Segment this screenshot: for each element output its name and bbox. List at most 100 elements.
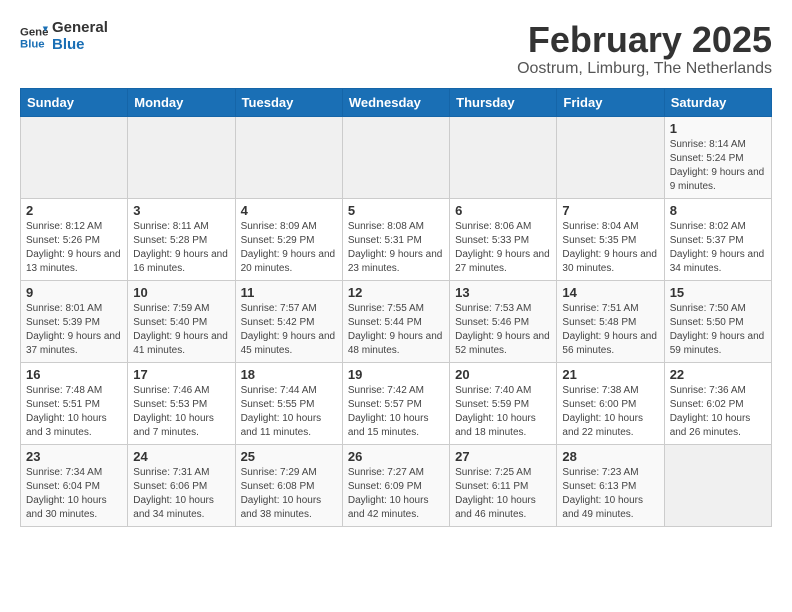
day-info: Sunrise: 8:04 AM Sunset: 5:35 PM Dayligh… xyxy=(562,220,658,276)
calendar-cell: 12 Sunrise: 7:55 AM Sunset: 5:44 PM Dayli… xyxy=(342,280,449,362)
calendar-cell: 14 Sunrise: 7:51 AM Sunset: 5:48 PM Dayli… xyxy=(557,280,664,362)
day-number: 16 xyxy=(26,367,122,382)
calendar-cell: 27 Sunrise: 7:25 AM Sunset: 6:11 PM Dayli… xyxy=(450,444,557,526)
logo: General Blue General Blue xyxy=(20,20,108,53)
day-info: Sunrise: 8:12 AM Sunset: 5:26 PM Dayligh… xyxy=(26,220,122,276)
day-info: Sunrise: 8:14 AM Sunset: 5:24 PM Dayligh… xyxy=(670,138,766,194)
day-info: Sunrise: 7:53 AM Sunset: 5:46 PM Dayligh… xyxy=(455,302,551,358)
calendar-cell: 16 Sunrise: 7:48 AM Sunset: 5:51 PM Dayli… xyxy=(21,362,128,444)
calendar-cell xyxy=(342,116,449,198)
day-number: 10 xyxy=(133,285,229,300)
day-number: 7 xyxy=(562,203,658,218)
calendar-cell: 8 Sunrise: 8:02 AM Sunset: 5:37 PM Daylig… xyxy=(664,198,771,280)
day-info: Sunrise: 7:36 AM Sunset: 6:02 PM Dayligh… xyxy=(670,384,766,440)
logo-icon: General Blue xyxy=(20,23,48,51)
day-info: Sunrise: 7:44 AM Sunset: 5:55 PM Dayligh… xyxy=(241,384,337,440)
weekday-header-friday: Friday xyxy=(557,88,664,116)
calendar-cell xyxy=(235,116,342,198)
calendar-cell: 20 Sunrise: 7:40 AM Sunset: 5:59 PM Dayli… xyxy=(450,362,557,444)
day-info: Sunrise: 7:40 AM Sunset: 5:59 PM Dayligh… xyxy=(455,384,551,440)
day-number: 8 xyxy=(670,203,766,218)
day-info: Sunrise: 8:06 AM Sunset: 5:33 PM Dayligh… xyxy=(455,220,551,276)
day-info: Sunrise: 7:51 AM Sunset: 5:48 PM Dayligh… xyxy=(562,302,658,358)
calendar-cell: 4Sunrise: 8:09 AM Sunset: 5:29 PM Daylig… xyxy=(235,198,342,280)
calendar-cell xyxy=(557,116,664,198)
day-number: 15 xyxy=(670,285,766,300)
day-number: 6 xyxy=(455,203,551,218)
calendar-cell: 2 Sunrise: 8:12 AM Sunset: 5:26 PM Daylig… xyxy=(21,198,128,280)
calendar-cell xyxy=(128,116,235,198)
day-number: 25 xyxy=(241,449,337,464)
calendar-cell: 9 Sunrise: 8:01 AM Sunset: 5:39 PM Daylig… xyxy=(21,280,128,362)
day-number: 12 xyxy=(348,285,444,300)
calendar-table: SundayMondayTuesdayWednesdayThursdayFrid… xyxy=(20,88,772,527)
calendar-cell: 5Sunrise: 8:08 AM Sunset: 5:31 PM Daylig… xyxy=(342,198,449,280)
weekday-header-saturday: Saturday xyxy=(664,88,771,116)
calendar-cell xyxy=(21,116,128,198)
month-year-title: February 2025 xyxy=(517,20,772,60)
day-info: Sunrise: 8:11 AM Sunset: 5:28 PM Dayligh… xyxy=(133,220,229,276)
day-info: Sunrise: 7:46 AM Sunset: 5:53 PM Dayligh… xyxy=(133,384,229,440)
day-info: Sunrise: 7:34 AM Sunset: 6:04 PM Dayligh… xyxy=(26,466,122,522)
calendar-cell: 23 Sunrise: 7:34 AM Sunset: 6:04 PM Dayli… xyxy=(21,444,128,526)
day-info: Sunrise: 7:38 AM Sunset: 6:00 PM Dayligh… xyxy=(562,384,658,440)
day-number: 19 xyxy=(348,367,444,382)
day-number: 21 xyxy=(562,367,658,382)
day-number: 3 xyxy=(133,203,229,218)
weekday-header-row: SundayMondayTuesdayWednesdayThursdayFrid… xyxy=(21,88,772,116)
calendar-cell: 17Sunrise: 7:46 AM Sunset: 5:53 PM Dayli… xyxy=(128,362,235,444)
day-number: 24 xyxy=(133,449,229,464)
day-info: Sunrise: 7:48 AM Sunset: 5:51 PM Dayligh… xyxy=(26,384,122,440)
day-info: Sunrise: 8:02 AM Sunset: 5:37 PM Dayligh… xyxy=(670,220,766,276)
day-number: 23 xyxy=(26,449,122,464)
day-number: 14 xyxy=(562,285,658,300)
calendar-week-row: 1 Sunrise: 8:14 AM Sunset: 5:24 PM Daylig… xyxy=(21,116,772,198)
day-number: 2 xyxy=(26,203,122,218)
calendar-week-row: 23 Sunrise: 7:34 AM Sunset: 6:04 PM Dayli… xyxy=(21,444,772,526)
day-info: Sunrise: 7:57 AM Sunset: 5:42 PM Dayligh… xyxy=(241,302,337,358)
calendar-cell: 18 Sunrise: 7:44 AM Sunset: 5:55 PM Dayli… xyxy=(235,362,342,444)
day-info: Sunrise: 7:42 AM Sunset: 5:57 PM Dayligh… xyxy=(348,384,444,440)
day-info: Sunrise: 7:25 AM Sunset: 6:11 PM Dayligh… xyxy=(455,466,551,522)
weekday-header-thursday: Thursday xyxy=(450,88,557,116)
svg-text:Blue: Blue xyxy=(20,38,45,50)
day-number: 26 xyxy=(348,449,444,464)
day-number: 22 xyxy=(670,367,766,382)
weekday-header-sunday: Sunday xyxy=(21,88,128,116)
day-number: 9 xyxy=(26,285,122,300)
calendar-cell: 3 Sunrise: 8:11 AM Sunset: 5:28 PM Daylig… xyxy=(128,198,235,280)
calendar-cell: 1 Sunrise: 8:14 AM Sunset: 5:24 PM Daylig… xyxy=(664,116,771,198)
day-number: 18 xyxy=(241,367,337,382)
day-info: Sunrise: 7:50 AM Sunset: 5:50 PM Dayligh… xyxy=(670,302,766,358)
logo-general: General xyxy=(52,20,108,37)
calendar-cell: 21 Sunrise: 7:38 AM Sunset: 6:00 PM Dayli… xyxy=(557,362,664,444)
calendar-cell: 24Sunrise: 7:31 AM Sunset: 6:06 PM Dayli… xyxy=(128,444,235,526)
day-number: 1 xyxy=(670,121,766,136)
day-info: Sunrise: 8:01 AM Sunset: 5:39 PM Dayligh… xyxy=(26,302,122,358)
day-number: 13 xyxy=(455,285,551,300)
calendar-cell xyxy=(664,444,771,526)
day-info: Sunrise: 7:29 AM Sunset: 6:08 PM Dayligh… xyxy=(241,466,337,522)
calendar-cell: 7 Sunrise: 8:04 AM Sunset: 5:35 PM Daylig… xyxy=(557,198,664,280)
weekday-header-monday: Monday xyxy=(128,88,235,116)
calendar-cell: 6 Sunrise: 8:06 AM Sunset: 5:33 PM Daylig… xyxy=(450,198,557,280)
calendar-week-row: 16 Sunrise: 7:48 AM Sunset: 5:51 PM Dayli… xyxy=(21,362,772,444)
day-number: 27 xyxy=(455,449,551,464)
day-number: 28 xyxy=(562,449,658,464)
day-info: Sunrise: 7:55 AM Sunset: 5:44 PM Dayligh… xyxy=(348,302,444,358)
page-header: General Blue General Blue February 2025 … xyxy=(20,20,772,78)
day-number: 20 xyxy=(455,367,551,382)
day-info: Sunrise: 7:27 AM Sunset: 6:09 PM Dayligh… xyxy=(348,466,444,522)
logo-blue: Blue xyxy=(52,37,108,54)
weekday-header-wednesday: Wednesday xyxy=(342,88,449,116)
calendar-cell: 13 Sunrise: 7:53 AM Sunset: 5:46 PM Dayli… xyxy=(450,280,557,362)
day-info: Sunrise: 7:23 AM Sunset: 6:13 PM Dayligh… xyxy=(562,466,658,522)
calendar-cell: 26 Sunrise: 7:27 AM Sunset: 6:09 PM Dayli… xyxy=(342,444,449,526)
day-info: Sunrise: 8:09 AM Sunset: 5:29 PM Dayligh… xyxy=(241,220,337,276)
calendar-week-row: 2 Sunrise: 8:12 AM Sunset: 5:26 PM Daylig… xyxy=(21,198,772,280)
calendar-cell: 25 Sunrise: 7:29 AM Sunset: 6:08 PM Dayli… xyxy=(235,444,342,526)
weekday-header-tuesday: Tuesday xyxy=(235,88,342,116)
day-number: 5 xyxy=(348,203,444,218)
calendar-cell: 19 Sunrise: 7:42 AM Sunset: 5:57 PM Dayli… xyxy=(342,362,449,444)
day-number: 11 xyxy=(241,285,337,300)
